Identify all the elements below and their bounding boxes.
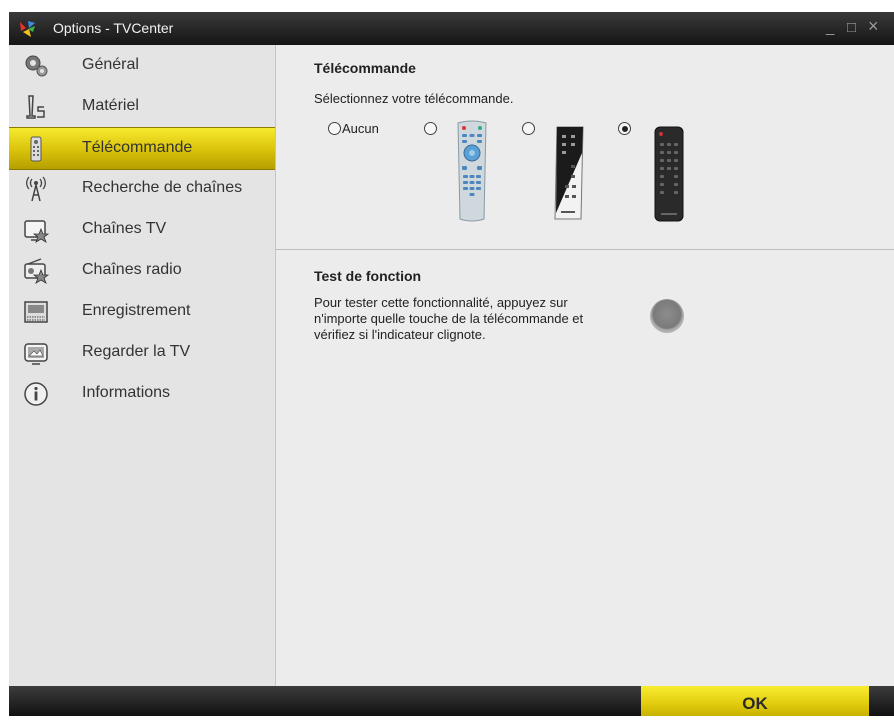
tvcenter-logo-icon — [20, 21, 35, 37]
sidebar-item-label: Regarder la TV — [82, 343, 191, 360]
sidebar-item-recording[interactable]: Enregistrement — [9, 291, 275, 332]
minimize-button[interactable]: _ — [826, 19, 834, 36]
sidebar-item-label: Recherche de chaînes — [82, 179, 243, 196]
black-white-remote-image[interactable] — [551, 125, 587, 221]
sidebar-item-label: Chaînes radio — [82, 261, 182, 278]
function-test-title: Test de fonction — [314, 268, 422, 284]
sidebar-item-label: Informations — [82, 384, 171, 401]
remote-signal-indicator — [650, 299, 684, 333]
sidebar-item-general[interactable]: Général — [9, 45, 275, 86]
radio-star-icon — [24, 258, 49, 284]
options-sidebar: Général Matériel Télécommande Recherche … — [9, 45, 276, 686]
remote-option-silver-radio[interactable] — [424, 122, 437, 135]
footer-bar: OK — [9, 686, 894, 716]
sidebar-item-channel-search[interactable]: Recherche de chaînes — [9, 168, 275, 209]
ok-button[interactable]: OK — [641, 686, 869, 716]
remote-section-title: Télécommande — [314, 60, 416, 76]
function-test-text-line-3: vérifiez si l'indicateur clignote. — [314, 327, 486, 342]
remote-option-bw-radio[interactable] — [522, 122, 535, 135]
gears-icon — [25, 55, 48, 77]
sidebar-item-remote[interactable]: Télécommande — [9, 127, 275, 170]
options-window: Options - TVCenter _ □ × Général Matérie… — [9, 12, 894, 716]
window-title: Options - TVCenter — [53, 20, 174, 36]
sidebar-item-label: Général — [82, 56, 139, 73]
silver-remote-image[interactable] — [454, 119, 490, 223]
info-icon — [24, 382, 48, 406]
sidebar-item-label: Enregistrement — [82, 302, 191, 319]
sidebar-item-label: Télécommande — [82, 139, 193, 156]
sidebar-item-tv-channels[interactable]: Chaînes TV — [9, 209, 275, 250]
sidebar-item-radio-channels[interactable]: Chaînes radio — [9, 250, 275, 291]
title-bar: Options - TVCenter _ □ × — [9, 12, 894, 45]
function-test-text-line-1: Pour tester cette fonctionnalité, appuye… — [314, 295, 568, 310]
recording-icon — [24, 301, 48, 323]
remote-option-black-radio[interactable] — [618, 122, 631, 135]
remote-icon — [30, 136, 42, 162]
watch-tv-icon — [24, 343, 48, 365]
sidebar-item-information[interactable]: Informations — [9, 373, 275, 414]
antenna-icon — [26, 176, 46, 202]
hardware-icon — [26, 95, 45, 119]
remote-section-prompt: Sélectionnez votre télécommande. — [314, 91, 514, 106]
function-test-text-line-2: n'importe quelle touche de la télécomman… — [314, 311, 584, 326]
sidebar-item-label: Matériel — [82, 97, 139, 114]
sidebar-item-watch-tv[interactable]: Regarder la TV — [9, 332, 275, 373]
close-button[interactable]: × — [868, 16, 879, 37]
remote-option-none-radio[interactable] — [328, 122, 341, 135]
sidebar-item-hardware[interactable]: Matériel — [9, 86, 275, 127]
section-divider — [276, 249, 894, 250]
maximize-button[interactable]: □ — [847, 19, 856, 36]
sidebar-item-label: Chaînes TV — [82, 220, 167, 237]
remote-option-none-label[interactable]: Aucun — [342, 121, 379, 136]
settings-panel: Télécommande Sélectionnez votre télécomm… — [276, 45, 894, 686]
tv-star-icon — [24, 220, 49, 243]
black-remote-image[interactable] — [651, 125, 687, 223]
